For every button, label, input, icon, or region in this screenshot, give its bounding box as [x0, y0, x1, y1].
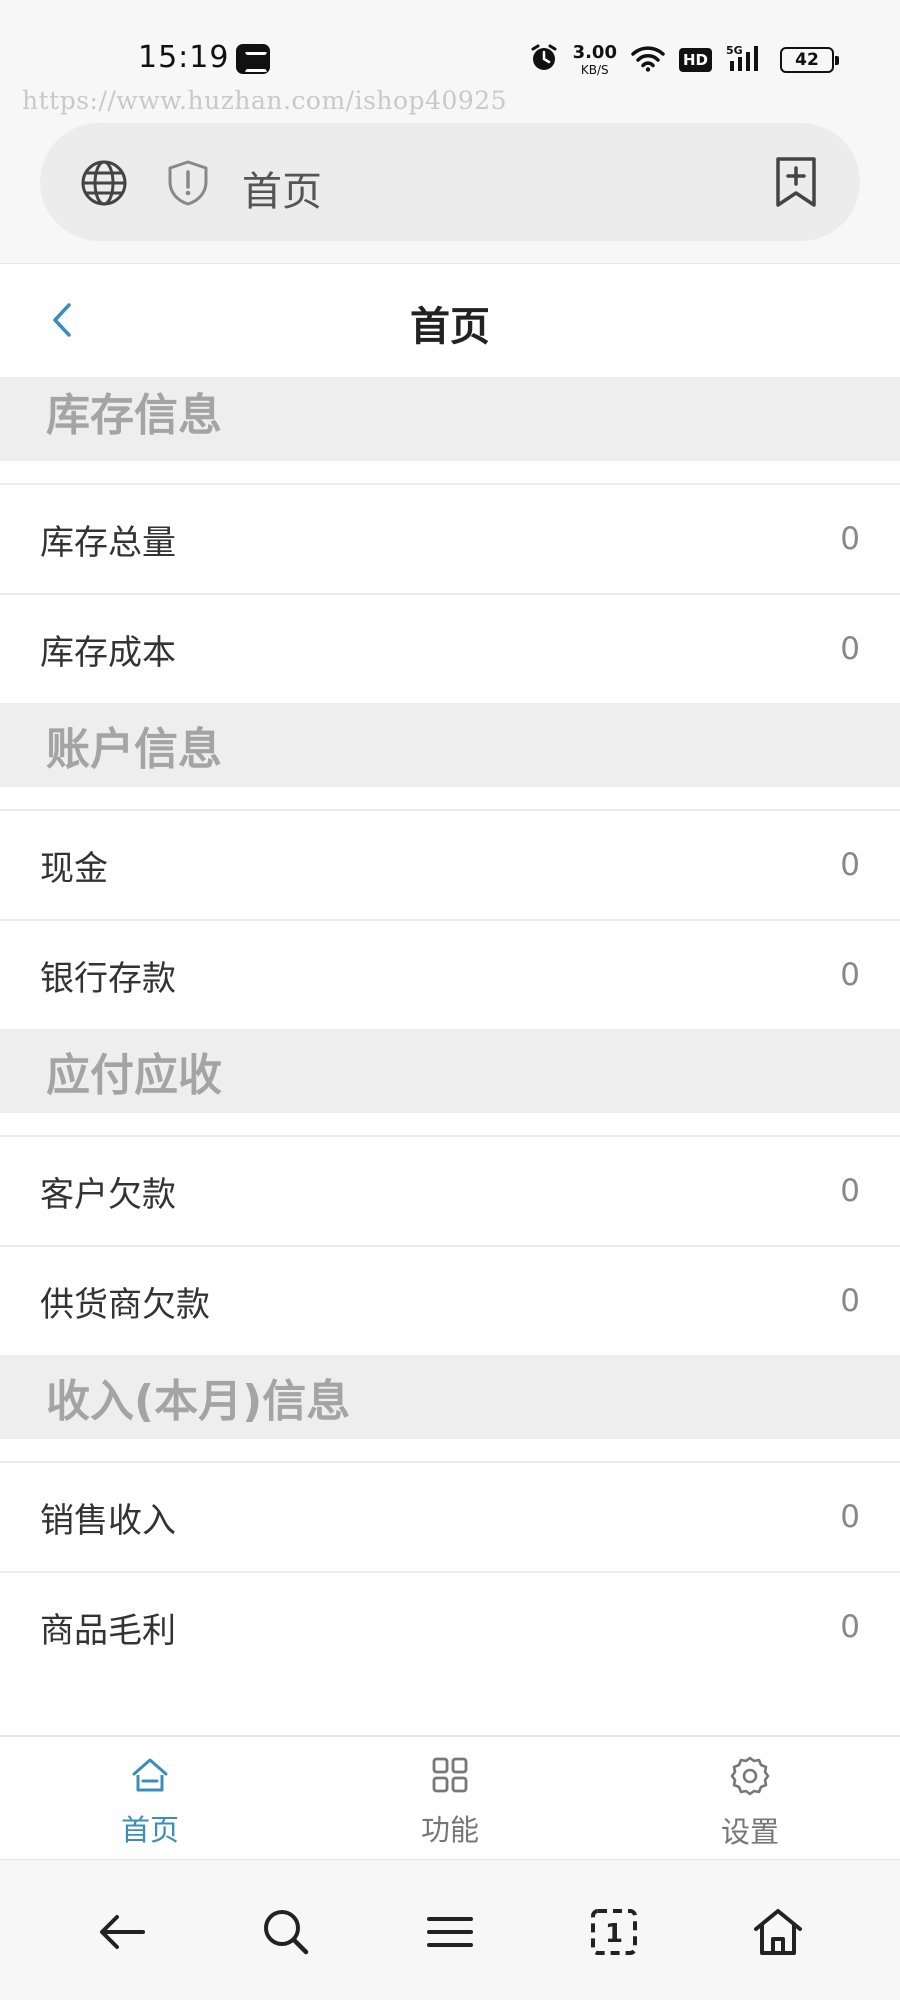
- wifi-icon: [631, 44, 665, 76]
- tab-label: 设置: [720, 1815, 779, 1849]
- home-button[interactable]: [750, 1904, 806, 1960]
- search-icon: [264, 1910, 309, 1955]
- list-item-label: 银行存款: [40, 958, 176, 999]
- list-item[interactable]: 商品毛利 0: [0, 1571, 900, 1681]
- status-time: 15:19: [138, 40, 230, 75]
- list-item-label: 供货商欠款: [40, 1284, 210, 1325]
- section-header-income: 收入(本月)信息: [0, 1355, 900, 1439]
- address-bar[interactable]: 首页: [40, 123, 860, 241]
- cellular-5g-icon: 5G: [726, 43, 766, 77]
- address-text[interactable]: 首页: [242, 159, 322, 217]
- dashboard-content[interactable]: 库存信息 库存总量 0 库存成本 0 账户信息 现金 0 银行存款 0 应付应收…: [0, 377, 900, 1735]
- back-arrow-button[interactable]: [94, 1904, 150, 1960]
- list-item-label: 客户欠款: [40, 1174, 176, 1215]
- section-header-inventory: 库存信息: [0, 377, 900, 461]
- list-item-value: 0: [840, 1283, 860, 1319]
- alarm-icon: [529, 43, 559, 77]
- list-item-value: 0: [840, 1173, 860, 1209]
- list-item[interactable]: 销售收入 0: [0, 1461, 900, 1571]
- tab-label: 功能: [420, 1813, 479, 1847]
- list-item-value: 0: [840, 957, 860, 993]
- section-header-accounts: 账户信息: [0, 703, 900, 787]
- tab-count: 1: [605, 1919, 623, 1949]
- app-header: 首页: [0, 264, 900, 377]
- list-item[interactable]: 库存成本 0: [0, 593, 900, 703]
- list-item[interactable]: 库存总量 0: [0, 483, 900, 593]
- search-button[interactable]: [258, 1904, 314, 1960]
- list-item-label: 现金: [40, 848, 108, 889]
- home-icon: [130, 1755, 170, 1799]
- list-item-label: 商品毛利: [40, 1610, 176, 1651]
- tabs-button[interactable]: 1: [586, 1904, 642, 1960]
- watermark-url: https://www.huzhan.com/ishop40925: [22, 86, 508, 115]
- status-indicators: 3.00 KB/S HD 5G 42: [529, 40, 839, 80]
- browser-bottom-nav: 1: [0, 1859, 900, 2000]
- list-item-value: 0: [840, 847, 860, 883]
- hd-badge: HD: [678, 48, 712, 72]
- list-item-label: 库存成本: [40, 632, 176, 673]
- list-item[interactable]: 银行存款 0: [0, 919, 900, 1029]
- status-bar: 15:19 https://www.huzhan.com/ishop40925 …: [0, 0, 900, 118]
- menu-button[interactable]: [422, 1904, 478, 1960]
- globe-icon[interactable]: [80, 159, 128, 211]
- gear-icon: [729, 1755, 771, 1801]
- svg-text:5G: 5G: [726, 44, 743, 57]
- page-title: 首页: [410, 304, 490, 350]
- network-speed: 3.00 KB/S: [572, 42, 617, 77]
- menu-icon: [427, 1917, 473, 1947]
- list-item[interactable]: 现金 0: [0, 809, 900, 919]
- list-item-label: 销售收入: [40, 1500, 176, 1541]
- list-item[interactable]: 客户欠款 0: [0, 1135, 900, 1245]
- tab-settings[interactable]: 设置: [600, 1737, 900, 1859]
- capcut-app-icon: [236, 44, 270, 74]
- list-item-label: 库存总量: [40, 522, 176, 563]
- battery-icon: 42: [780, 47, 839, 73]
- list-item-value: 0: [840, 1499, 860, 1535]
- list-item-value: 0: [840, 1609, 860, 1645]
- tab-label: 首页: [120, 1813, 179, 1847]
- tab-home[interactable]: 首页: [0, 1737, 300, 1859]
- arrow-left-icon: [100, 1915, 145, 1949]
- add-bookmark-icon[interactable]: [773, 155, 819, 213]
- list-item[interactable]: 供货商欠款 0: [0, 1245, 900, 1355]
- house-icon: [754, 1909, 802, 1955]
- section-header-payables: 应付应收: [0, 1029, 900, 1113]
- list-item-value: 0: [840, 631, 860, 667]
- security-shield-icon[interactable]: [166, 159, 210, 211]
- bottom-tab-bar: 首页 功能 设置: [0, 1735, 900, 1859]
- browser-toolbar: 首页: [0, 118, 900, 264]
- tab-functions[interactable]: 功能: [300, 1737, 600, 1859]
- grid-icon: [430, 1755, 470, 1799]
- list-item-value: 0: [840, 521, 860, 557]
- tabs-icon: 1: [591, 1909, 637, 1955]
